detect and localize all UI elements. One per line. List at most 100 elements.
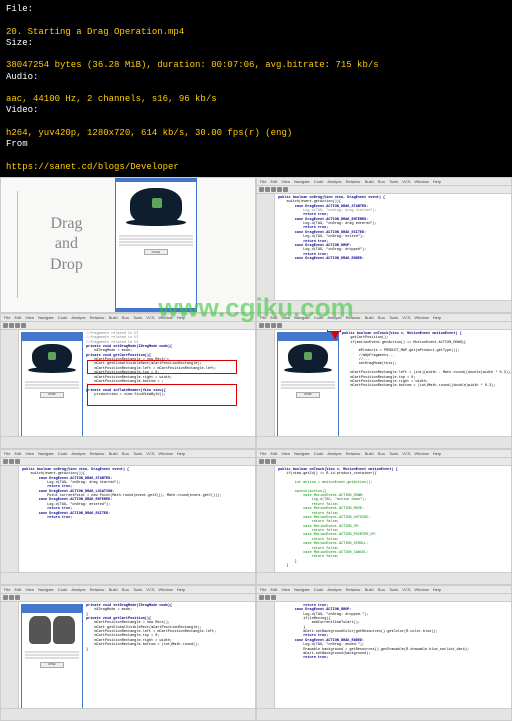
menu-build[interactable]: Build	[109, 451, 118, 456]
menu-run[interactable]: Run	[378, 179, 385, 184]
menu-refactor[interactable]: Refactor	[346, 179, 361, 184]
code-editor[interactable]: DONE //fragments related to UI//fragment…	[19, 330, 255, 436]
menu-view[interactable]: View	[25, 451, 34, 456]
menu-refactor[interactable]: Refactor	[90, 451, 105, 456]
menu-navigate[interactable]: Navigate	[38, 451, 54, 456]
menu-build[interactable]: Build	[109, 587, 118, 592]
done-button[interactable]: DONE	[40, 662, 64, 668]
menu-vcs[interactable]: VCS	[146, 587, 154, 592]
menu-build[interactable]: Build	[365, 179, 374, 184]
menu-edit[interactable]: Edit	[14, 587, 21, 592]
menu-window[interactable]: Window	[415, 315, 429, 320]
menu-navigate[interactable]: Navigate	[294, 587, 310, 592]
menu-file[interactable]: File	[4, 451, 10, 456]
menu-code[interactable]: Code	[58, 315, 68, 320]
menu-view[interactable]: View	[281, 451, 290, 456]
menu-run[interactable]: Run	[378, 587, 385, 592]
menu-refactor[interactable]: Refactor	[346, 315, 361, 320]
code-editor[interactable]: DONE private void setDragMode(IDragMode …	[19, 602, 255, 708]
menu-vcs[interactable]: VCS	[402, 587, 410, 592]
menu-tools[interactable]: Tools	[389, 179, 398, 184]
menu-code[interactable]: Code	[314, 587, 324, 592]
menu-vcs[interactable]: VCS	[402, 179, 410, 184]
menu-help[interactable]: Help	[433, 587, 441, 592]
menu-tools[interactable]: Tools	[133, 315, 142, 320]
ide-toolbar[interactable]	[257, 186, 511, 194]
menu-navigate[interactable]: Navigate	[294, 179, 310, 184]
menu-view[interactable]: View	[25, 587, 34, 592]
menu-view[interactable]: View	[25, 315, 34, 320]
menu-navigate[interactable]: Navigate	[38, 315, 54, 320]
menu-tools[interactable]: Tools	[133, 587, 142, 592]
menu-build[interactable]: Build	[365, 587, 374, 592]
menu-code[interactable]: Code	[58, 451, 68, 456]
menu-edit[interactable]: Edit	[270, 179, 277, 184]
menu-file[interactable]: File	[260, 315, 266, 320]
menu-run[interactable]: Run	[122, 451, 129, 456]
menu-vcs[interactable]: VCS	[146, 315, 154, 320]
menu-view[interactable]: View	[281, 179, 290, 184]
menu-navigate[interactable]: Navigate	[294, 315, 310, 320]
menu-file[interactable]: File	[260, 451, 266, 456]
menu-window[interactable]: Window	[415, 451, 429, 456]
done-button[interactable]: DONE	[296, 392, 320, 398]
menu-tools[interactable]: Tools	[389, 451, 398, 456]
menu-help[interactable]: Help	[177, 315, 185, 320]
menu-analyze[interactable]: Analyze	[71, 587, 85, 592]
menu-edit[interactable]: Edit	[14, 315, 21, 320]
menu-file[interactable]: File	[4, 587, 10, 592]
menu-refactor[interactable]: Refactor	[346, 451, 361, 456]
menu-refactor[interactable]: Refactor	[90, 315, 105, 320]
menu-edit[interactable]: Edit	[270, 451, 277, 456]
menu-analyze[interactable]: Analyze	[71, 451, 85, 456]
ide-menubar[interactable]: FileEditViewNavigateCodeAnalyzeRefactorB…	[257, 178, 511, 186]
menu-edit[interactable]: Edit	[270, 587, 277, 592]
menu-tools[interactable]: Tools	[133, 451, 142, 456]
menu-navigate[interactable]: Navigate	[38, 587, 54, 592]
code-editor[interactable]: return true; case DragEvent.ACTION_DROP:…	[275, 602, 511, 708]
menu-build[interactable]: Build	[365, 451, 374, 456]
menu-build[interactable]: Build	[365, 315, 374, 320]
menu-code[interactable]: Code	[58, 587, 68, 592]
menu-view[interactable]: View	[281, 315, 290, 320]
menu-help[interactable]: Help	[177, 587, 185, 592]
menu-code[interactable]: Code	[314, 315, 324, 320]
menu-edit[interactable]: Edit	[270, 315, 277, 320]
code-editor[interactable]: public boolean onDrag(View view, DragEve…	[275, 194, 511, 300]
menu-tools[interactable]: Tools	[389, 587, 398, 592]
menu-window[interactable]: Window	[415, 587, 429, 592]
menu-code[interactable]: Code	[314, 451, 324, 456]
code-editor[interactable]: public boolean onDrag(View view, DragEve…	[19, 466, 255, 572]
menu-file[interactable]: File	[260, 179, 266, 184]
menu-analyze[interactable]: Analyze	[327, 179, 341, 184]
menu-run[interactable]: Run	[122, 315, 129, 320]
menu-tools[interactable]: Tools	[389, 315, 398, 320]
menu-analyze[interactable]: Analyze	[71, 315, 85, 320]
menu-help[interactable]: Help	[433, 315, 441, 320]
menu-analyze[interactable]: Analyze	[327, 451, 341, 456]
menu-analyze[interactable]: Analyze	[327, 587, 341, 592]
menu-vcs[interactable]: VCS	[402, 315, 410, 320]
code-editor[interactable]: public boolean onTouch(View v, MotionEve…	[275, 466, 511, 572]
menu-run[interactable]: Run	[378, 451, 385, 456]
menu-vcs[interactable]: VCS	[146, 451, 154, 456]
menu-run[interactable]: Run	[122, 587, 129, 592]
menu-view[interactable]: View	[281, 587, 290, 592]
done-button[interactable]: DONE	[144, 249, 168, 255]
menu-build[interactable]: Build	[109, 315, 118, 320]
menu-window[interactable]: Window	[159, 587, 173, 592]
menu-help[interactable]: Help	[433, 451, 441, 456]
code-editor[interactable]: DONE public boolean onTouch(View v, Moti…	[275, 330, 511, 436]
menu-navigate[interactable]: Navigate	[294, 451, 310, 456]
menu-vcs[interactable]: VCS	[402, 451, 410, 456]
menu-analyze[interactable]: Analyze	[327, 315, 341, 320]
menu-help[interactable]: Help	[433, 179, 441, 184]
menu-run[interactable]: Run	[378, 315, 385, 320]
menu-file[interactable]: File	[260, 587, 266, 592]
menu-window[interactable]: Window	[415, 179, 429, 184]
menu-edit[interactable]: Edit	[14, 451, 21, 456]
menu-refactor[interactable]: Refactor	[346, 587, 361, 592]
menu-window[interactable]: Window	[159, 451, 173, 456]
menu-help[interactable]: Help	[177, 451, 185, 456]
menu-window[interactable]: Window	[159, 315, 173, 320]
